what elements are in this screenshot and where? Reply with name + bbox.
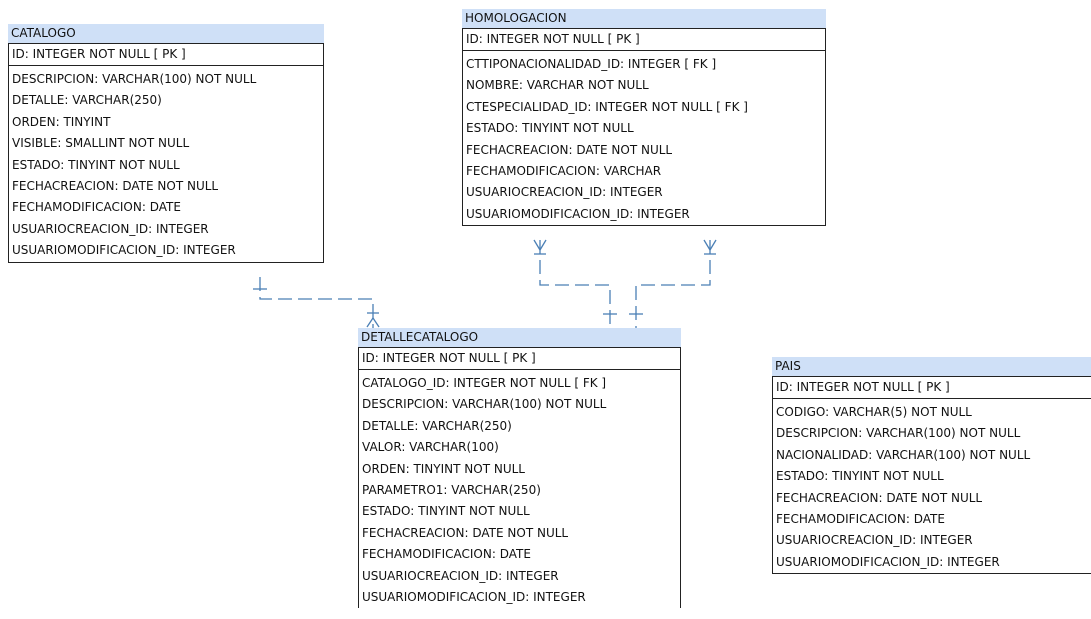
column-row: FECHAMODIFICACION: DATE (362, 547, 531, 562)
column-row: FECHACREACION: DATE NOT NULL (466, 142, 673, 157)
relationship-homologacion-detallecatalogo-1 (539, 240, 611, 328)
column-row: USUARIOCREACION_ID: INTEGER (466, 185, 663, 200)
column-row: CTESPECIALIDAD_ID: INTEGER NOT NULL [ FK… (466, 99, 748, 114)
column-row: PARAMETRO1: VARCHAR(250) (362, 482, 541, 497)
entity-title: PAIS (772, 357, 1091, 376)
column-row: USUARIOMODIFICACION_ID: INTEGER (12, 243, 236, 258)
column-row: USUARIOMODIFICACION_ID: INTEGER (776, 554, 1000, 569)
entity-catalogo[interactable]: CATALOGO ID: INTEGER NOT NULL [ PK ] DES… (8, 24, 324, 263)
column-row: VISIBLE: SMALLINT NOT NULL (12, 136, 190, 151)
column-row: DESCRIPCION: VARCHAR(100) NOT NULL (12, 72, 257, 86)
entity-homologacion[interactable]: HOMOLOGACION ID: INTEGER NOT NULL [ PK ]… (462, 9, 826, 227)
entity-detallecatalogo[interactable]: DETALLECATALOGO ID: INTEGER NOT NULL [ P… (358, 328, 681, 619)
column-row: FECHACREACION: DATE NOT NULL (12, 178, 219, 193)
column-row: DESCRIPCION: VARCHAR(100) NOT NULL (776, 426, 1021, 441)
column-row: USUARIOMODIFICACION_ID: INTEGER (362, 589, 586, 604)
column-row: DETALLE: VARCHAR(250) (12, 93, 162, 108)
primary-key-row: ID: INTEGER NOT NULL [ PK ] (773, 377, 1091, 399)
column-row: FECHACREACION: DATE NOT NULL (362, 525, 569, 540)
column-row: ESTADO: TINYINT NOT NULL (776, 469, 944, 484)
column-row: FECHAMODIFICACION: DATE (776, 511, 945, 526)
column-row: USUARIOMODIFICACION_ID: INTEGER (466, 206, 690, 221)
crow-foot-marker (539, 239, 547, 251)
crow-foot-marker (366, 317, 374, 328)
column-row: FECHAMODIFICACION: DATE (12, 200, 181, 215)
column-row: DESCRIPCION: VARCHAR(100) NOT NULL (362, 397, 607, 412)
column-row: NOMBRE: VARCHAR NOT NULL (466, 78, 649, 93)
crow-foot-marker (533, 239, 541, 251)
column-row: ESTADO: TINYINT NOT NULL (12, 157, 180, 172)
entity-body: ID: INTEGER NOT NULL [ PK ] CATALOGO_ID:… (358, 347, 681, 609)
column-row: USUARIOCREACION_ID: INTEGER (362, 568, 559, 583)
column-row: ESTADO: TINYINT NOT NULL (466, 121, 634, 136)
column-row: DETALLE: VARCHAR(250) (362, 418, 512, 433)
column-row: CTTIPONACIONALIDAD_ID: INTEGER [ FK ] (466, 57, 717, 71)
entity-title: DETALLECATALOGO (358, 328, 681, 347)
column-list: CODIGO: VARCHAR(5) NOT NULL DESCRIPCION:… (773, 399, 1091, 573)
crow-foot-marker (372, 317, 380, 328)
entity-title: CATALOGO (8, 24, 324, 43)
column-row: USUARIOCREACION_ID: INTEGER (12, 221, 209, 236)
column-row: NACIONALIDAD: VARCHAR(100) NOT NULL (776, 447, 1031, 462)
relationship-homologacion-detallecatalogo-2 (635, 240, 711, 328)
relationship-catalogo-detallecatalogo (259, 277, 374, 328)
column-list: CATALOGO_ID: INTEGER NOT NULL [ FK ] DES… (359, 370, 680, 608)
crow-foot-marker (709, 239, 717, 251)
column-list: CTTIPONACIONALIDAD_ID: INTEGER [ FK ] NO… (463, 51, 825, 225)
column-row: USUARIOCREACION_ID: INTEGER (776, 533, 973, 548)
entity-body: ID: INTEGER NOT NULL [ PK ] CODIGO: VARC… (772, 376, 1091, 575)
column-row: ORDEN: TINYINT NOT NULL (362, 461, 525, 476)
column-list: DESCRIPCION: VARCHAR(100) NOT NULL DETAL… (9, 66, 323, 262)
primary-key-row: ID: INTEGER NOT NULL [ PK ] (9, 44, 323, 66)
crow-foot-marker (703, 239, 711, 251)
column-row: FECHACREACION: DATE NOT NULL (776, 490, 983, 505)
column-row: CODIGO: VARCHAR(5) NOT NULL (776, 405, 972, 419)
column-row: FECHAMODIFICACION: VARCHAR (466, 163, 662, 178)
column-row: CATALOGO_ID: INTEGER NOT NULL [ FK ] (362, 376, 607, 390)
entity-body: ID: INTEGER NOT NULL [ PK ] CTTIPONACION… (462, 28, 826, 227)
entity-pais[interactable]: PAIS ID: INTEGER NOT NULL [ PK ] CODIGO:… (772, 357, 1091, 575)
column-row: ESTADO: TINYINT NOT NULL (362, 504, 530, 519)
entity-body: ID: INTEGER NOT NULL [ PK ] DESCRIPCION:… (8, 43, 324, 263)
column-row: ORDEN: TINYINT (12, 114, 111, 129)
primary-key-row: ID: INTEGER NOT NULL [ PK ] (463, 29, 825, 51)
column-row: VALOR: VARCHAR(100) (362, 440, 499, 455)
primary-key-row: ID: INTEGER NOT NULL [ PK ] (359, 348, 680, 370)
entity-title: HOMOLOGACION (462, 9, 826, 28)
